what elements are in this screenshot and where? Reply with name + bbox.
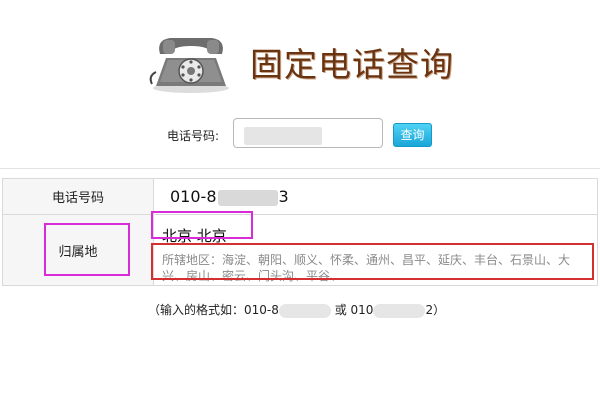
table-row-phone: 电话号码 010-8 3 — [2, 178, 598, 215]
phone-number-value: 010-8 3 — [170, 187, 289, 206]
search-button[interactable]: 查询 — [393, 123, 432, 147]
table-row-region: 归属地 北京 北京 所辖地区：海淀、朝阳、顺义、怀柔、通州、昌平、延庆、丰台、石… — [2, 214, 598, 286]
phone-number-label: 电话号码: — [167, 129, 220, 143]
redacted-example — [373, 303, 426, 318]
region-row-label: 归属地 — [2, 214, 154, 286]
phone-row-label: 电话号码 — [2, 178, 154, 215]
result-table: 电话号码 010-8 3 归属地 北京 北京 所辖地区：海淀、朝阳、顺义、怀柔、通… — [2, 178, 598, 286]
districts-list: 所辖地区：海淀、朝阳、顺义、怀柔、通州、昌平、延庆、丰台、石景山、大兴、房山、密… — [162, 252, 571, 283]
format-hint: （输入的格式如：010-8 或 010 2） — [148, 303, 446, 318]
telephone-icon — [146, 32, 236, 94]
redacted-digits — [217, 189, 278, 206]
redacted-input-value — [244, 127, 322, 145]
redacted-example — [278, 303, 331, 318]
phone-number-input[interactable] — [233, 118, 383, 148]
page-title: 固定电话查询 — [250, 45, 454, 84]
region-row-value: 北京 北京 所辖地区：海淀、朝阳、顺义、怀柔、通州、昌平、延庆、丰台、石景山、大… — [153, 214, 598, 286]
divider — [0, 168, 600, 169]
phone-row-value: 010-8 3 — [153, 178, 598, 215]
region-value: 北京 北京 — [162, 226, 227, 245]
